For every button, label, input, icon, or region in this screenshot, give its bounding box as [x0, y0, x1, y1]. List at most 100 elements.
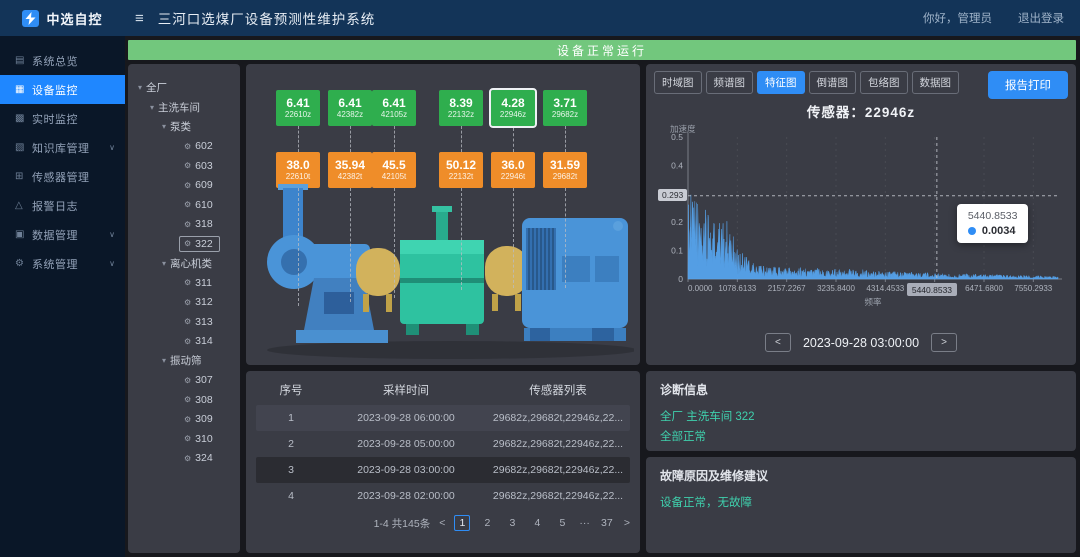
col-header-sample-time: 采样时间 — [326, 382, 486, 398]
print-report-button[interactable]: 报告打印 — [988, 71, 1068, 99]
page-button-2[interactable]: 2 — [479, 515, 495, 531]
crosshair-y-label: 0.293 — [658, 189, 687, 201]
tree-node-main-wash-shop[interactable]: ▾主洗车间 — [128, 98, 240, 118]
sidebar-item-knowledge-base[interactable]: ▧ 知识库管理 ∨ — [0, 133, 125, 162]
svg-text:0.4: 0.4 — [671, 160, 683, 170]
page-button-5[interactable]: 5 — [554, 515, 570, 531]
chart-tooltip: 5440.8533 0.0034 — [957, 204, 1029, 243]
lightning-icon — [22, 10, 39, 27]
tree-node-centrifuges[interactable]: ▾离心机类 — [128, 254, 240, 274]
tree-node-314[interactable]: ⚙314 — [128, 332, 240, 352]
gear-icon: ⚙ — [184, 200, 191, 209]
sidebar-item-system-management[interactable]: ⚙ 系统管理 ∨ — [0, 249, 125, 278]
sample-table-panel: 序号 采样时间 传感器列表 1 2023-09-28 06:00:00 2968… — [246, 371, 640, 553]
tree-node-pumps[interactable]: ▾泵类 — [128, 117, 240, 137]
overview-icon: ▤ — [15, 55, 32, 66]
database-icon: ▣ — [15, 229, 32, 240]
monitor-icon: ▦ — [15, 84, 32, 95]
sensor-value-box-22610z[interactable]: 6.4122610z — [276, 90, 320, 126]
crosshair-x-label: 5440.8533 — [907, 283, 957, 296]
page-title: 三河口选煤厂设备预测性维护系统 — [158, 8, 376, 28]
prev-page-icon[interactable]: < — [439, 517, 445, 529]
gear-icon: ⚙ — [184, 278, 191, 287]
sidebar-collapse-icon[interactable]: ≡ — [135, 10, 144, 27]
sidebar-item-alarm-log[interactable]: △ 报警日志 — [0, 191, 125, 220]
pagination-summary: 1-4 共145条 — [374, 516, 431, 531]
tree-node-318[interactable]: ⚙318 — [128, 215, 240, 235]
sidebar-item-data-management[interactable]: ▣ 数据管理 ∨ — [0, 220, 125, 249]
gear-icon: ⚙ — [184, 317, 191, 326]
chevron-down-icon: ∨ — [109, 259, 115, 268]
logo-text: 中选自控 — [46, 9, 102, 28]
table-row[interactable]: 2 2023-09-28 05:00:00 29682z,29682t,2294… — [256, 431, 630, 457]
next-date-button[interactable]: > — [931, 333, 957, 352]
pagination: 1-4 共145条 < 1 2 3 4 5 ··· 37 > — [256, 515, 630, 531]
svg-text:1078.6133: 1078.6133 — [718, 284, 756, 293]
svg-text:频率: 频率 — [864, 297, 882, 307]
tree-node-312[interactable]: ⚙312 — [128, 293, 240, 313]
gear-icon: ⚙ — [184, 337, 191, 346]
table-row[interactable]: 4 2023-09-28 02:00:00 29682z,29682t,2294… — [256, 483, 630, 509]
gear-icon: ⚙ — [184, 220, 191, 229]
tree-node-603[interactable]: ⚙603 — [128, 156, 240, 176]
svg-text:3235.8400: 3235.8400 — [817, 284, 855, 293]
table-row[interactable]: 1 2023-09-28 06:00:00 29682z,29682t,2294… — [256, 405, 630, 431]
logout-link[interactable]: 退出登录 — [1018, 10, 1064, 26]
gear-icon: ⚙ — [184, 298, 191, 307]
diagnosis-location-link[interactable]: 全厂 主洗车间 322 — [660, 407, 1062, 427]
table-row-selected[interactable]: 3 2023-09-28 03:00:00 29682z,29682t,2294… — [256, 457, 630, 483]
sensor-value-box-22946z-selected[interactable]: 4.2822946z — [491, 90, 535, 126]
caret-down-icon: ▾ — [150, 103, 154, 112]
user-greeting: 你好，管理员 — [923, 10, 992, 26]
tab-cepstrum[interactable]: 倒谱图 — [809, 71, 857, 94]
tree-node-plant[interactable]: ▾全厂 — [128, 78, 240, 98]
tab-envelope[interactable]: 包络图 — [860, 71, 908, 94]
sensor-value-box-42105z[interactable]: 6.4142105z — [372, 90, 416, 126]
sidebar-item-device-monitor[interactable]: ▦ 设备监控 — [0, 75, 125, 104]
tree-node-609[interactable]: ⚙609 — [128, 176, 240, 196]
motor-graphic — [522, 218, 628, 341]
sidebar-item-sensor-management[interactable]: ⊞ 传感器管理 — [0, 162, 125, 191]
svg-text:7550.2933: 7550.2933 — [1014, 284, 1052, 293]
page-button-37[interactable]: 37 — [599, 515, 615, 531]
tree-node-311[interactable]: ⚙311 — [128, 273, 240, 293]
tree-node-322-selected[interactable]: ⚙322 — [128, 234, 240, 254]
tree-node-vibrating-screens[interactable]: ▾振动筛 — [128, 351, 240, 371]
page-button-1[interactable]: 1 — [454, 515, 470, 531]
realtime-icon: ▩ — [15, 113, 32, 124]
sidebar-item-realtime-monitor[interactable]: ▩ 实时监控 — [0, 104, 125, 133]
gearbox-graphic — [400, 206, 484, 335]
prev-date-button[interactable]: < — [765, 333, 791, 352]
status-text: 设备正常运行 — [557, 42, 647, 59]
alarm-icon: △ — [15, 200, 32, 211]
tree-node-324[interactable]: ⚙324 — [128, 449, 240, 469]
tree-node-309[interactable]: ⚙309 — [128, 410, 240, 430]
tab-time-domain[interactable]: 时域图 — [654, 71, 702, 94]
tree-node-307[interactable]: ⚙307 — [128, 371, 240, 391]
fault-advice-text: 设备正常，无故障 — [660, 493, 1062, 513]
tab-data[interactable]: 数据图 — [912, 71, 960, 94]
tab-feature[interactable]: 特征图 — [757, 71, 805, 94]
sidebar-nav: ▤ 系统总览 ▦ 设备监控 ▩ 实时监控 ▧ 知识库管理 ∨ ⊞ 传感器管理 △… — [0, 36, 125, 557]
sensor-value-box-22132z[interactable]: 8.3922132z — [439, 90, 483, 126]
svg-text:0.2: 0.2 — [671, 217, 683, 227]
gear-icon: ⚙ — [184, 239, 191, 248]
page-button-4[interactable]: 4 — [529, 515, 545, 531]
gear-icon: ⚙ — [15, 258, 32, 269]
tree-node-602[interactable]: ⚙602 — [128, 137, 240, 157]
tree-node-610[interactable]: ⚙610 — [128, 195, 240, 215]
tree-node-313[interactable]: ⚙313 — [128, 312, 240, 332]
equipment-tree: ▾全厂 ▾主洗车间 ▾泵类 ⚙602 ⚙603 ⚙609 ⚙610 ⚙318 ⚙… — [128, 64, 240, 553]
tree-node-310[interactable]: ⚙310 — [128, 429, 240, 449]
next-page-icon[interactable]: > — [624, 517, 630, 529]
fault-advice-title: 故障原因及维修建议 — [660, 467, 1062, 484]
svg-text:0.1: 0.1 — [671, 246, 683, 256]
tree-node-308[interactable]: ⚙308 — [128, 390, 240, 410]
tab-frequency-spectrum[interactable]: 频谱图 — [706, 71, 754, 94]
spectrum-chart[interactable]: 加速度00.10.20.30.40.50.00001078.61332157.2… — [654, 123, 1068, 329]
series-dot-icon — [968, 227, 976, 235]
sensor-value-box-42382z[interactable]: 6.4142382z — [328, 90, 372, 126]
sensor-value-box-29682z[interactable]: 3.7129682z — [543, 90, 587, 126]
sidebar-item-system-overview[interactable]: ▤ 系统总览 — [0, 46, 125, 75]
page-button-3[interactable]: 3 — [504, 515, 520, 531]
